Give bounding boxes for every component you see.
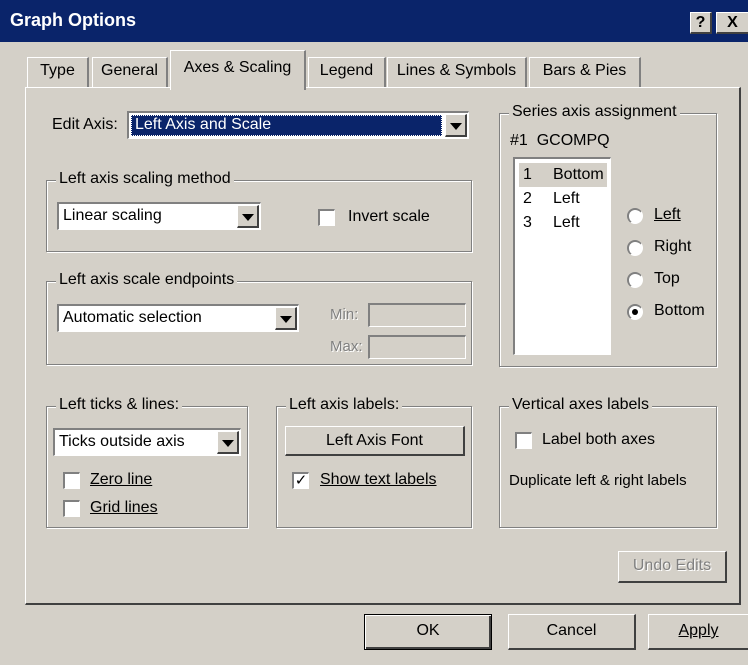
chevron-down-icon[interactable] [217, 431, 239, 454]
window-title: Graph Options [10, 10, 136, 30]
grid-lines-checkbox[interactable] [63, 500, 80, 517]
tab-type[interactable]: Type [27, 57, 89, 87]
chevron-down-icon[interactable] [445, 114, 467, 137]
zero-line-checkbox[interactable] [63, 472, 80, 489]
chevron-down-icon[interactable] [237, 205, 259, 228]
label-both-label: Label both axes [542, 431, 655, 448]
edit-axis-value: Left Axis and Scale [135, 116, 272, 133]
vertical-labels-group [499, 406, 717, 528]
radio-top[interactable] [627, 272, 643, 288]
apply-button[interactable]: Apply [648, 614, 748, 650]
ok-button[interactable]: OK [364, 614, 492, 650]
radio-left[interactable] [627, 208, 643, 224]
checkmark-icon: ✓ [294, 472, 308, 489]
ticks-lines-legend: Left ticks & lines: [56, 396, 183, 414]
radio-left-label: Left [654, 206, 681, 223]
max-field[interactable] [368, 335, 466, 359]
help-button[interactable]: ? [690, 12, 712, 34]
label-both-checkbox[interactable] [515, 432, 532, 449]
list-item[interactable]: 3 Left [519, 211, 607, 235]
axis-labels-group [276, 406, 472, 528]
radio-top-label: Top [654, 270, 680, 287]
tab-legend[interactable]: Legend [308, 57, 386, 87]
cancel-button[interactable]: Cancel [508, 614, 636, 650]
close-button[interactable]: X [716, 12, 748, 34]
edit-axis-select[interactable]: Left Axis and Scale [127, 111, 469, 139]
scale-endpoints-value: Automatic selection [63, 309, 202, 326]
scaling-method-value: Linear scaling [63, 207, 162, 224]
scale-endpoints-select[interactable]: Automatic selection [57, 304, 299, 332]
radio-right-label: Right [654, 238, 692, 255]
invert-scale-label: Invert scale [348, 208, 430, 225]
vertical-labels-legend: Vertical axes labels [509, 396, 652, 414]
left-axis-font-button[interactable]: Left Axis Font [285, 426, 465, 456]
series-assignment-legend: Series axis assignment [509, 103, 680, 121]
tab-axes-scaling[interactable]: Axes & Scaling [170, 50, 306, 90]
tab-bars-pies[interactable]: Bars & Pies [529, 57, 641, 87]
scaling-method-select[interactable]: Linear scaling [57, 202, 261, 230]
list-item[interactable]: 2 Left [519, 187, 607, 211]
show-text-labels-label: Show text labels [320, 471, 437, 488]
series-list[interactable]: 1 Bottom 2 Left 3 Left [513, 157, 611, 355]
max-label: Max: [330, 338, 363, 355]
tab-general[interactable]: General [92, 57, 168, 87]
radio-bottom[interactable] [627, 304, 643, 320]
radio-dot-icon [632, 309, 638, 315]
ticks-value: Ticks outside axis [59, 433, 185, 450]
zero-line-label: Zero line [90, 471, 153, 488]
show-text-labels-checkbox[interactable]: ✓ [292, 472, 309, 489]
radio-bottom-label: Bottom [654, 302, 705, 319]
tab-lines-symbols[interactable]: Lines & Symbols [387, 57, 527, 87]
radio-right[interactable] [627, 240, 643, 256]
scaling-method-legend: Left axis scaling method [56, 170, 234, 188]
min-label: Min: [330, 306, 359, 323]
min-field[interactable] [368, 303, 466, 327]
grid-lines-label: Grid lines [90, 499, 158, 516]
chevron-down-icon[interactable] [275, 307, 297, 330]
scale-endpoints-legend: Left axis scale endpoints [56, 271, 238, 289]
current-series-label: #1 GCOMPQ [510, 132, 610, 149]
invert-scale-checkbox[interactable] [318, 209, 335, 226]
edit-axis-label: Edit Axis: [52, 116, 118, 133]
list-item[interactable]: 1 Bottom [519, 163, 607, 187]
ticks-select[interactable]: Ticks outside axis [53, 428, 241, 456]
undo-edits-button[interactable]: Undo Edits [618, 551, 727, 583]
duplicate-labels-text: Duplicate left & right labels [509, 472, 687, 489]
axis-labels-legend: Left axis labels: [286, 396, 403, 414]
